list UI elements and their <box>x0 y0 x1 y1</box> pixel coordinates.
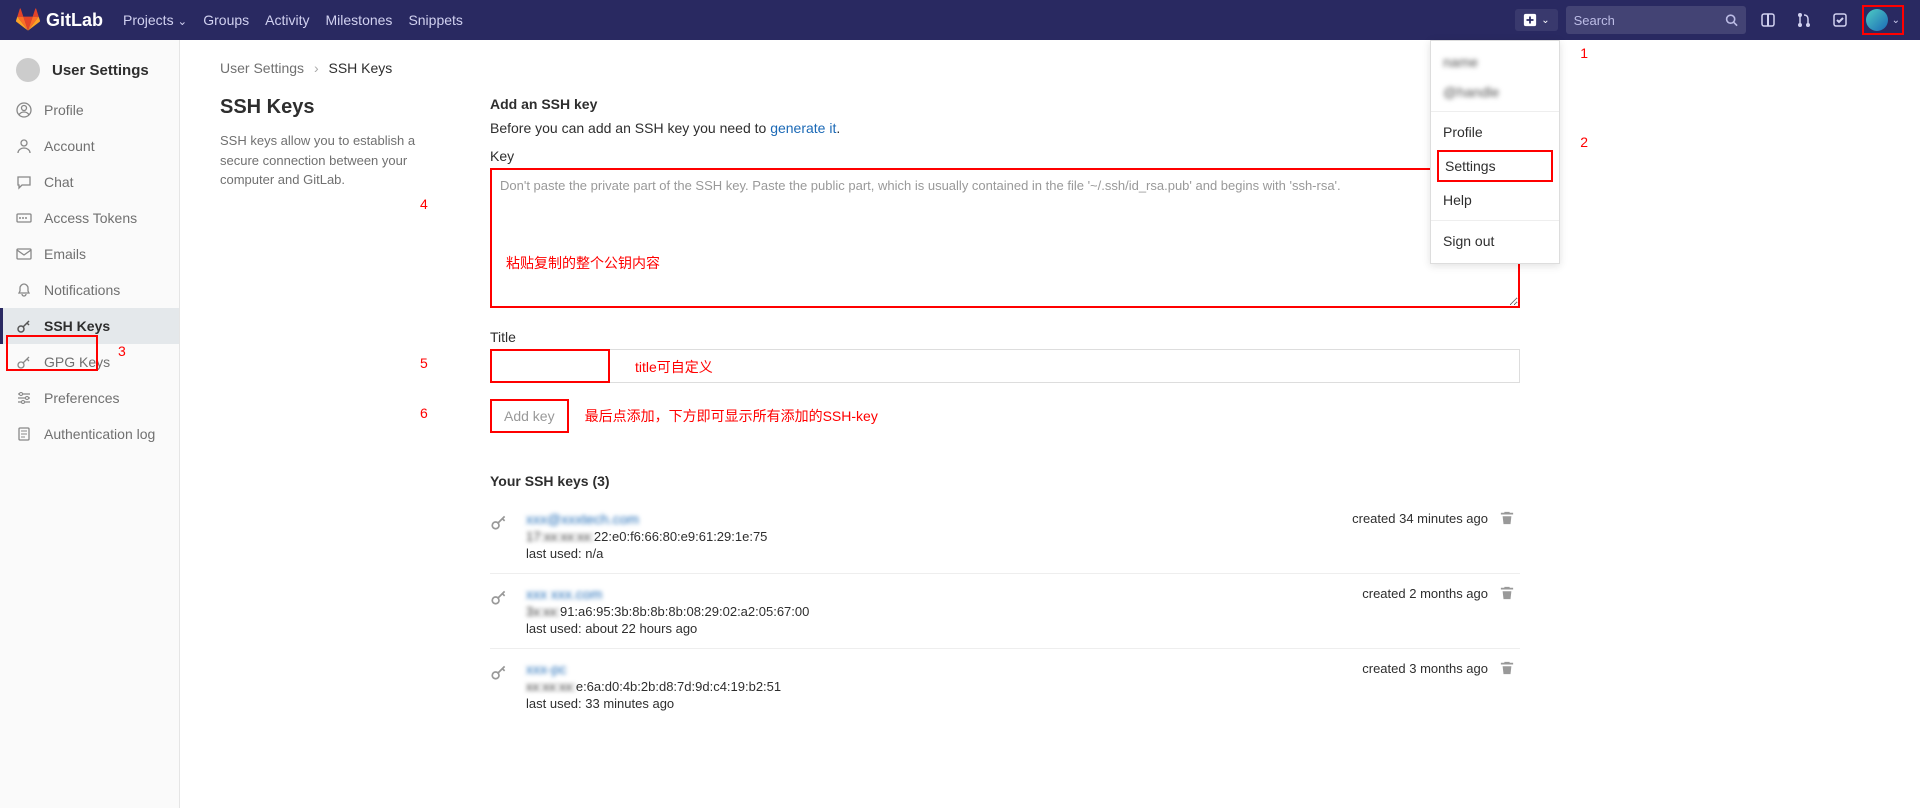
your-keys-title: Your SSH keys (3) <box>490 473 1520 489</box>
sidebar-item-chat[interactable]: Chat <box>0 164 179 200</box>
sidebar-wrap: User Settings Profile Account Chat Acces… <box>0 40 180 808</box>
delete-key-button[interactable] <box>1500 661 1520 675</box>
annotation-add: 最后点添加，下方即可显示所有添加的SSH-key <box>585 406 878 426</box>
brand-text: GitLab <box>46 10 103 31</box>
key-icon <box>16 354 32 370</box>
breadcrumb: User Settings › SSH Keys <box>220 60 1520 76</box>
user-menu: name @handle Profile Settings Help Sign … <box>1430 40 1560 264</box>
sidebar-item-preferences[interactable]: Preferences <box>0 380 179 416</box>
key-name[interactable]: xxx@xxxtech.com <box>526 511 639 527</box>
gitlab-logo-icon <box>16 8 40 32</box>
user-menu-name: name <box>1431 47 1559 77</box>
sidebar-item-emails[interactable]: Emails <box>0 236 179 272</box>
sidebar-title: User Settings <box>52 62 149 79</box>
todos-icon[interactable] <box>1826 6 1854 34</box>
key-name[interactable]: xxx xxx.com <box>526 586 602 602</box>
nav-projects[interactable]: Projects ⌄ <box>123 12 187 28</box>
sidebar-item-notifications[interactable]: Notifications <box>0 272 179 308</box>
form-col: Add an SSH key Before you can add an SSH… <box>490 96 1520 723</box>
search-box[interactable] <box>1566 6 1746 34</box>
sidebar-header: User Settings <box>0 48 179 92</box>
sidebar-item-profile[interactable]: Profile <box>0 92 179 128</box>
key-created: created 34 minutes ago <box>1352 511 1488 526</box>
nav-right: ⌄ ⌄ <box>1515 5 1904 35</box>
sidebar-item-access-tokens[interactable]: Access Tokens <box>0 200 179 236</box>
top-navbar: GitLab Projects ⌄ Groups Activity Milest… <box>0 0 1920 40</box>
account-icon <box>16 138 32 154</box>
page-desc: SSH keys allow you to establish a secure… <box>220 131 450 190</box>
annotation-title: title可自定义 <box>635 357 713 377</box>
key-row: xxx xxx.com 3x:xx:91:a6:95:3b:8b:8b:8b:0… <box>490 573 1520 648</box>
search-input[interactable] <box>1574 13 1725 28</box>
key-created: created 3 months ago <box>1362 661 1488 676</box>
key-icon <box>490 586 514 606</box>
key-list: xxx@xxxtech.com 17:xx:xx:xx:22:e0:f6:66:… <box>490 499 1520 723</box>
sidebar-item-ssh-keys[interactable]: SSH Keys <box>0 308 179 344</box>
email-icon <box>16 246 32 262</box>
avatar-icon <box>1866 9 1888 31</box>
generate-link[interactable]: generate it <box>770 120 836 136</box>
sidebar-item-auth-log[interactable]: Authentication log <box>0 416 179 452</box>
user-menu-handle: @handle <box>1431 77 1559 107</box>
sidebar-item-gpg-keys[interactable]: GPG Keys <box>0 344 179 380</box>
page-title: SSH Keys <box>220 96 450 119</box>
key-name[interactable]: xxx-pc <box>526 661 566 677</box>
add-key-title: Add an SSH key <box>490 96 1520 112</box>
sidebar: User Settings Profile Account Chat Acces… <box>0 40 180 808</box>
annotation-2: 2 <box>1580 134 1588 150</box>
user-menu-profile[interactable]: Profile <box>1431 116 1559 148</box>
title-input[interactable] <box>490 349 610 383</box>
key-textarea[interactable] <box>490 168 1520 308</box>
user-menu-help[interactable]: Help <box>1431 184 1559 216</box>
user-menu-settings[interactable]: Settings <box>1437 150 1553 182</box>
preferences-icon <box>16 390 32 406</box>
key-icon <box>490 661 514 681</box>
user-avatar-button[interactable]: ⌄ <box>1862 5 1904 35</box>
nav-activity[interactable]: Activity <box>265 12 309 28</box>
breadcrumb-b: SSH Keys <box>329 60 393 76</box>
bell-icon <box>16 282 32 298</box>
nav-groups[interactable]: Groups <box>203 12 249 28</box>
key-created: created 2 months ago <box>1362 586 1488 601</box>
nav-snippets[interactable]: Snippets <box>408 12 462 28</box>
search-icon <box>1725 13 1738 27</box>
plus-button[interactable]: ⌄ <box>1515 9 1557 31</box>
title-input-rest[interactable] <box>610 349 1520 383</box>
user-avatar-icon <box>16 58 40 82</box>
nav-links: Projects ⌄ Groups Activity Milestones Sn… <box>123 12 463 28</box>
chat-icon <box>16 174 32 190</box>
log-icon <box>16 426 32 442</box>
token-icon <box>16 210 32 226</box>
sidebar-item-account[interactable]: Account <box>0 128 179 164</box>
issues-icon[interactable] <box>1754 6 1782 34</box>
add-key-button[interactable]: Add key <box>490 399 569 433</box>
key-icon <box>16 318 32 334</box>
merge-requests-icon[interactable] <box>1790 6 1818 34</box>
key-row: xxx@xxxtech.com 17:xx:xx:xx:22:e0:f6:66:… <box>490 499 1520 573</box>
brand[interactable]: GitLab <box>16 8 103 32</box>
user-menu-signout[interactable]: Sign out <box>1431 225 1559 257</box>
delete-key-button[interactable] <box>1500 511 1520 525</box>
page-intro: SSH Keys SSH keys allow you to establish… <box>220 96 450 723</box>
key-label: Key <box>490 148 1520 164</box>
content: User Settings › SSH Keys SSH Keys SSH ke… <box>180 40 1560 808</box>
add-key-hint: Before you can add an SSH key you need t… <box>490 120 1520 136</box>
key-row: xxx-pc xx:xx:xx:e:6a:d0:4b:2b:d8:7d:9d:c… <box>490 648 1520 723</box>
profile-icon <box>16 102 32 118</box>
plus-icon <box>1523 13 1537 27</box>
breadcrumb-a[interactable]: User Settings <box>220 60 304 76</box>
key-icon <box>490 511 514 531</box>
delete-key-button[interactable] <box>1500 586 1520 600</box>
nav-milestones[interactable]: Milestones <box>326 12 393 28</box>
title-label: Title <box>490 329 1520 345</box>
annotation-1: 1 <box>1580 45 1588 61</box>
